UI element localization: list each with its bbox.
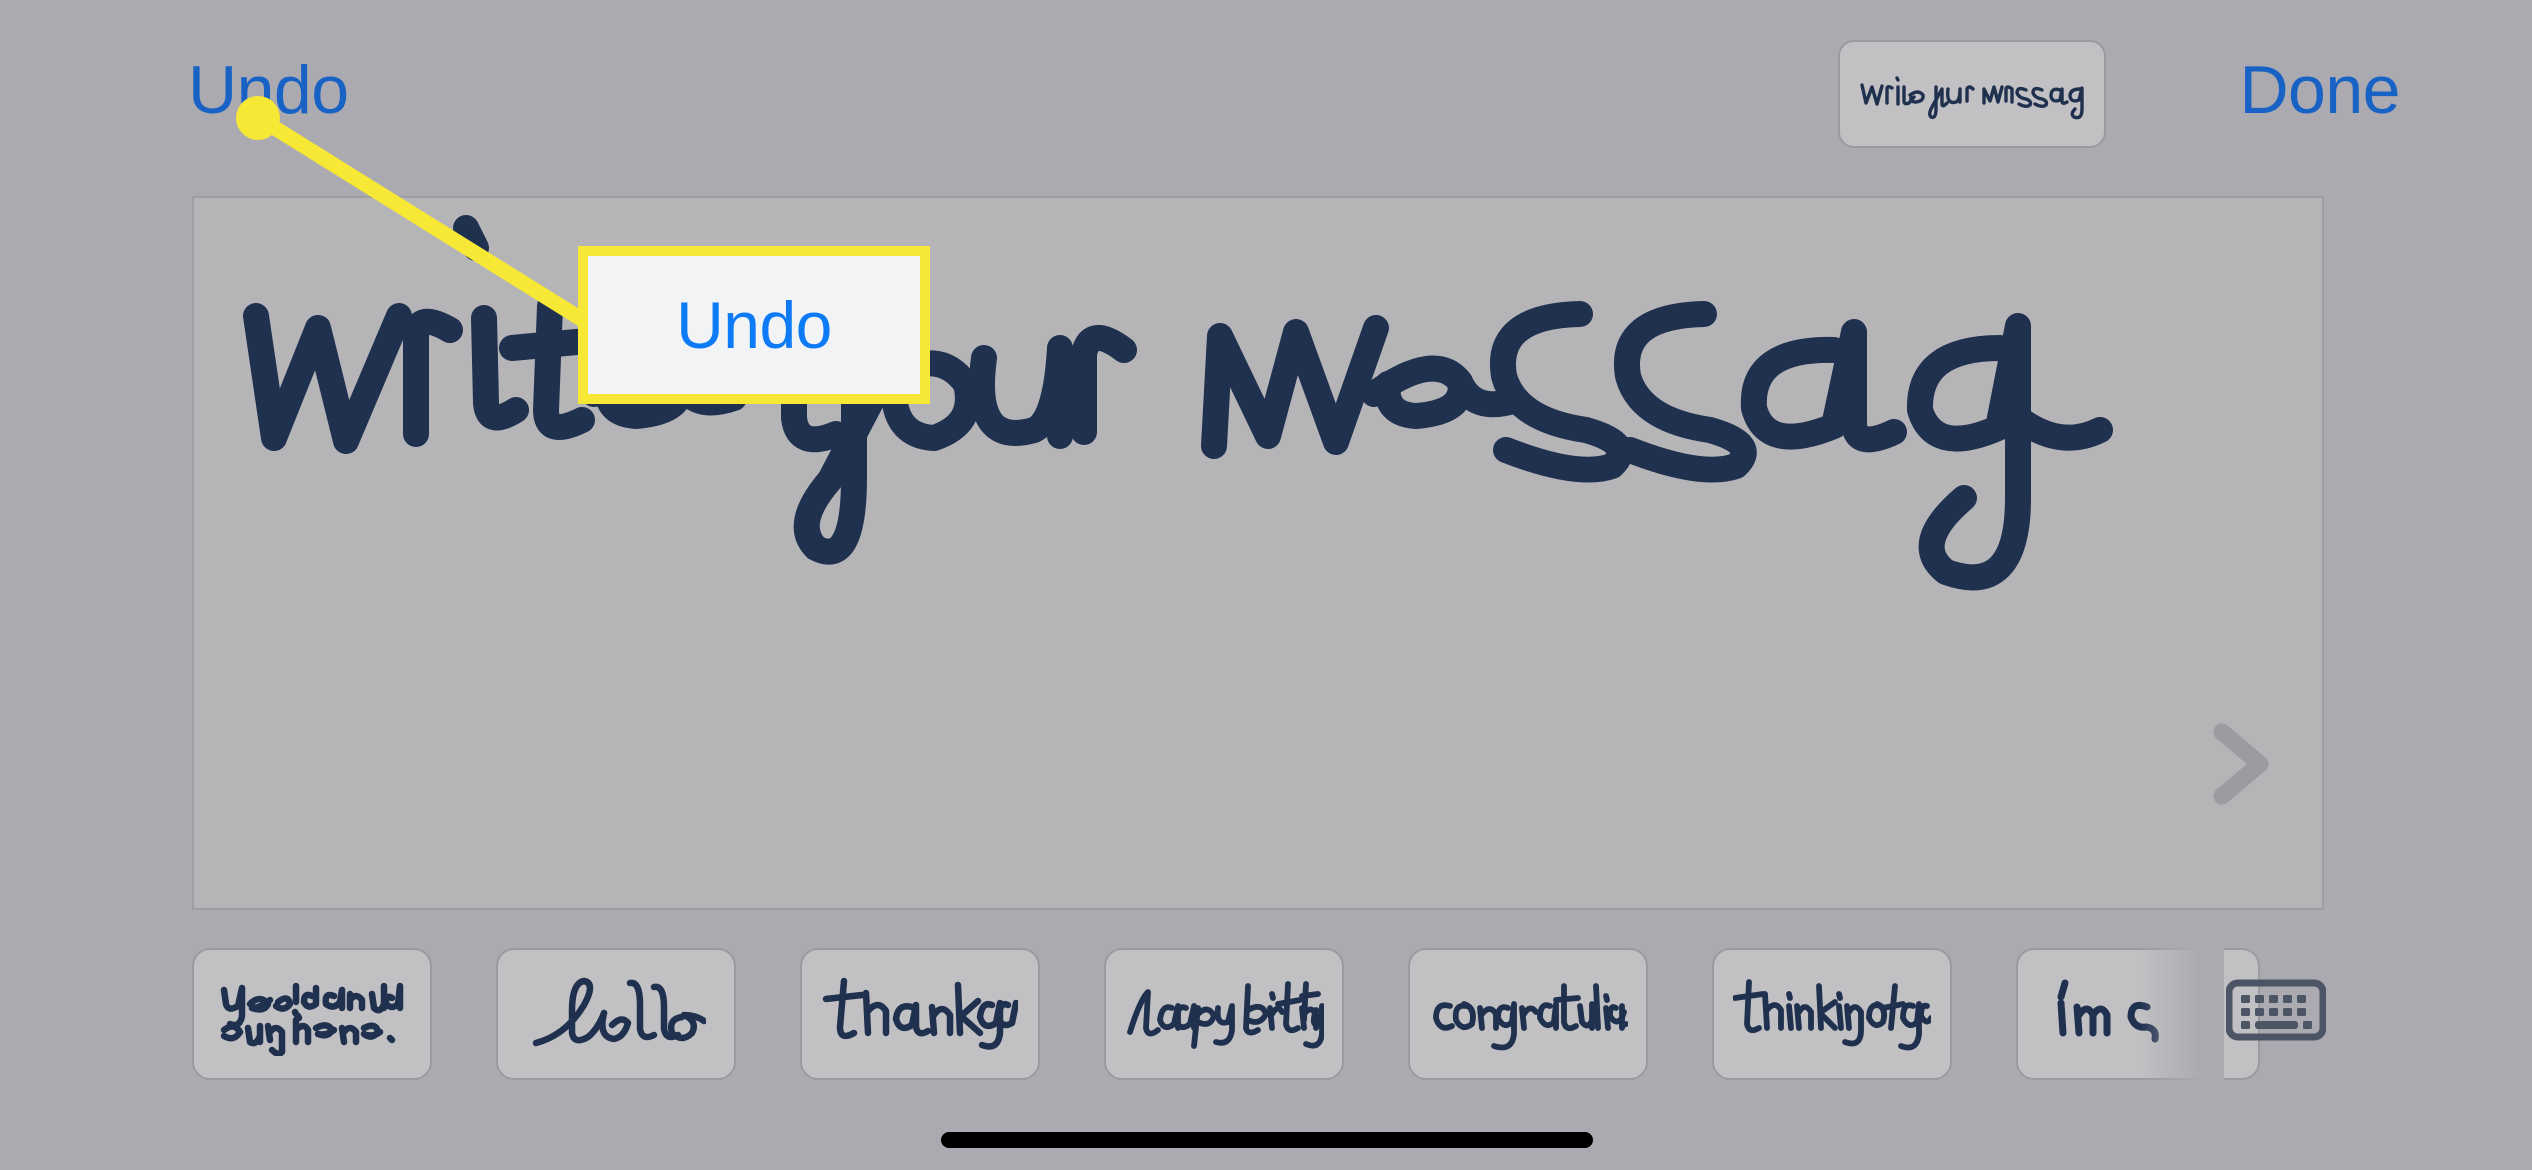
suggestion-card-thank-you[interactable] — [800, 948, 1040, 1080]
preview-handwriting-ink — [1854, 59, 2090, 129]
suggestion-card-happy-birthday[interactable] — [1104, 948, 1344, 1080]
canvas-handwriting-ink — [194, 198, 2322, 908]
suggestion-ink-im-sorry — [2043, 971, 2233, 1057]
callout-label-undo: Undo — [676, 288, 832, 362]
suggestion-card-hello[interactable] — [496, 948, 736, 1080]
suggestion-ink-thinking-of-you — [1733, 972, 1931, 1056]
keyboard-icon[interactable] — [2225, 978, 2327, 1042]
suggestion-ink-thank-you — [822, 971, 1018, 1057]
suggestion-card-yes-i-can-draw[interactable] — [192, 948, 432, 1080]
callout-box-undo: Undo — [578, 246, 930, 404]
handwriting-suggestion-strip — [0, 912, 2532, 1102]
done-button[interactable]: Done — [2239, 56, 2400, 124]
suggestion-card-thinking-of-you[interactable] — [1712, 948, 1952, 1080]
handwriting-preview-thumbnail[interactable] — [1838, 40, 2106, 148]
suggestion-card-congratulations[interactable] — [1408, 948, 1648, 1080]
suggestion-card-im-sorry[interactable] — [2016, 948, 2260, 1080]
suggestion-ink-hello — [526, 971, 706, 1057]
handwriting-canvas[interactable] — [192, 196, 2324, 910]
suggestion-ink-congratulations — [1428, 972, 1628, 1056]
home-indicator-bar — [941, 1132, 1593, 1148]
suggestion-scroll-track[interactable] — [192, 948, 2260, 1080]
suggestion-ink-yes-i-can-draw — [216, 972, 408, 1056]
chevron-right-icon[interactable] — [2204, 718, 2280, 810]
top-toolbar: Undo Done — [0, 0, 2532, 196]
suggestion-ink-happy-birthday — [1124, 972, 1324, 1056]
undo-button[interactable]: Undo — [188, 56, 349, 124]
